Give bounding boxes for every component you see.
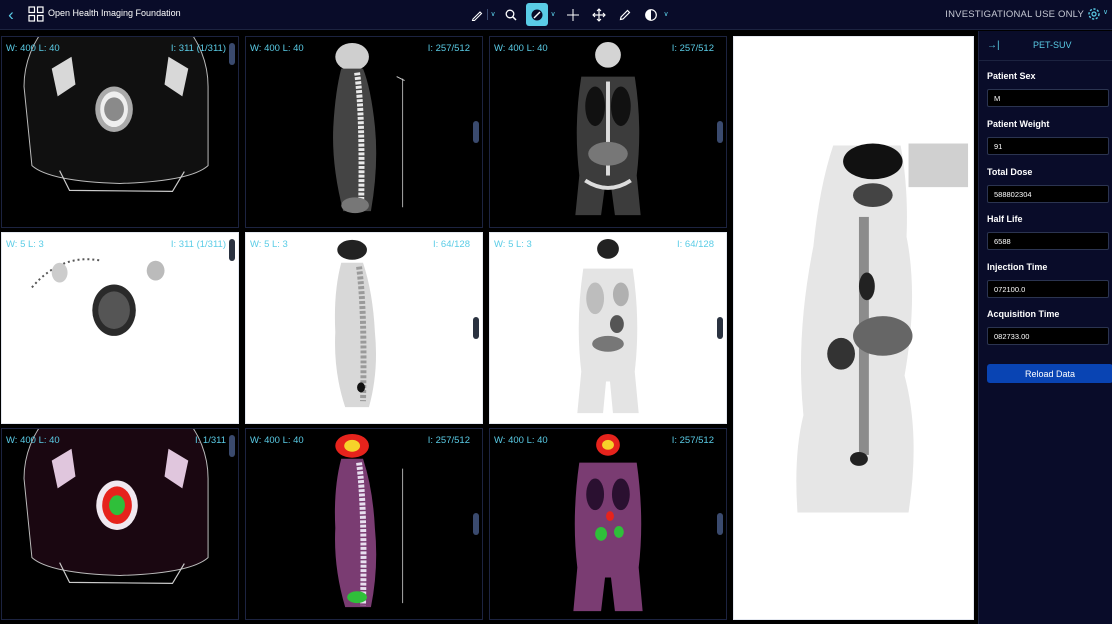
tool-separator xyxy=(487,9,488,20)
viewport-pet-mip[interactable] xyxy=(733,36,974,620)
tool-pan[interactable] xyxy=(588,3,610,26)
tool-zoom[interactable] xyxy=(500,3,522,26)
half-life-input[interactable] xyxy=(987,232,1109,250)
magnifier-icon xyxy=(505,9,517,21)
window-level-readout: W: 5 L: 3 xyxy=(6,239,44,250)
crosshair-icon xyxy=(567,8,579,21)
window-level-readout: W: 400 L: 40 xyxy=(250,435,304,446)
window-level-dropdown-caret[interactable]: ∨ xyxy=(549,9,557,20)
ct-sagittal-image xyxy=(333,42,405,214)
pet-suv-panel: →| PET-SUV Patient Sex Patient Weight To… xyxy=(978,31,1112,624)
slice-index-readout: I: 1/311 xyxy=(195,435,226,446)
tool-colormap[interactable] xyxy=(640,3,662,26)
window-level-readout: W: 400 L: 40 xyxy=(250,43,304,54)
slice-index-readout: I: 257/512 xyxy=(427,43,470,54)
colormap-dropdown-caret[interactable]: ∨ xyxy=(662,9,670,20)
pet-axial-image xyxy=(31,258,165,336)
pencil-icon xyxy=(471,10,483,21)
viewport-pet-sagittal[interactable]: W: 5 L: 3 I: 64/128 xyxy=(245,232,483,424)
field-label: Patient Weight xyxy=(987,119,1050,129)
collapse-panel-icon[interactable]: →| xyxy=(987,39,1003,53)
tool-annotate[interactable] xyxy=(614,3,636,26)
reload-data-button[interactable]: Reload Data xyxy=(987,364,1112,383)
viewport-ct-axial[interactable]: W: 400 L: 40 I: 311 (1/311) xyxy=(1,36,239,228)
window-level-readout: W: 400 L: 40 xyxy=(494,435,548,446)
viewport-scrollbar[interactable] xyxy=(229,435,235,457)
viewport-ct-coronal[interactable]: W: 400 L: 40 I: 257/512 xyxy=(489,36,727,228)
viewport-scrollbar[interactable] xyxy=(229,43,235,65)
fusion-sagittal-image xyxy=(334,433,404,608)
acquisition-time-input[interactable] xyxy=(987,327,1109,345)
slice-index-readout: I: 64/128 xyxy=(433,239,470,250)
gear-icon[interactable] xyxy=(1086,6,1102,22)
viewport-fusion-coronal[interactable]: W: 400 L: 40 I: 257/512 xyxy=(489,428,727,620)
window-level-readout: W: 400 L: 40 xyxy=(494,43,548,54)
contrast-icon xyxy=(531,9,543,20)
slice-index-readout: I: 257/512 xyxy=(671,43,714,54)
slice-index-readout: I: 257/512 xyxy=(427,435,470,446)
pet-coronal-image xyxy=(577,238,639,414)
pet-sagittal-image xyxy=(334,239,377,408)
ct-axial-image xyxy=(23,37,209,192)
window-level-readout: W: 5 L: 3 xyxy=(250,239,288,250)
field-label: Patient Sex xyxy=(987,71,1036,81)
viewport-scrollbar[interactable] xyxy=(717,317,723,339)
top-bar: ‹ Open Health Imaging Foundation ∨ ∨ ∨ I… xyxy=(0,0,1112,30)
slice-index-readout: I: 311 (1/311) xyxy=(170,43,226,54)
back-chevron-icon[interactable]: ‹ xyxy=(3,5,19,25)
slice-index-readout: I: 257/512 xyxy=(671,435,714,446)
field-label: Total Dose xyxy=(987,167,1033,177)
viewport-scrollbar[interactable] xyxy=(473,121,479,143)
app-title: Open Health Imaging Foundation xyxy=(48,8,181,18)
panel-header: →| PET-SUV xyxy=(979,31,1112,61)
logo-grid-icon xyxy=(28,6,44,22)
viewport-scrollbar[interactable] xyxy=(717,121,723,143)
pet-mip-image xyxy=(796,143,969,513)
slice-index-readout: I: 64/128 xyxy=(677,239,714,250)
window-level-readout: W: 5 L: 3 xyxy=(494,239,532,250)
viewport-scrollbar[interactable] xyxy=(717,513,723,535)
tool-window-level[interactable] xyxy=(526,3,548,26)
settings-dropdown-caret[interactable]: ∨ xyxy=(1103,8,1112,19)
ct-coronal-image xyxy=(575,41,641,216)
field-label: Injection Time xyxy=(987,262,1048,272)
injection-time-input[interactable] xyxy=(987,280,1109,298)
panel-title: PET-SUV xyxy=(1033,40,1072,50)
field-label: Half Life xyxy=(987,214,1023,224)
viewport-ct-sagittal[interactable]: W: 400 L: 40 I: 257/512 xyxy=(245,36,483,228)
investigational-notice: INVESTIGATIONAL USE ONLY xyxy=(945,9,1084,20)
measure-dropdown-caret[interactable]: ∨ xyxy=(489,9,497,20)
field-label: Acquisition Time xyxy=(987,309,1060,319)
window-level-readout: W: 400 L: 40 xyxy=(6,435,60,446)
tool-measure-pencil[interactable] xyxy=(466,3,488,26)
viewport-scrollbar[interactable] xyxy=(473,317,479,339)
window-level-readout: W: 400 L: 40 xyxy=(6,43,60,54)
patient-sex-input[interactable] xyxy=(987,89,1109,107)
patient-weight-input[interactable] xyxy=(987,137,1109,155)
pen-icon xyxy=(619,9,631,20)
viewport-fusion-sagittal[interactable]: W: 400 L: 40 I: 257/512 xyxy=(245,428,483,620)
viewport-scrollbar[interactable] xyxy=(473,513,479,535)
toolbar: ∨ ∨ ∨ xyxy=(466,3,676,26)
viewport-fusion-axial[interactable]: W: 400 L: 40 I: 1/311 xyxy=(1,428,239,620)
fusion-axial-image xyxy=(23,429,209,584)
half-circle-icon xyxy=(645,8,657,21)
tool-crosshairs[interactable] xyxy=(562,3,584,26)
fusion-coronal-image xyxy=(573,433,643,612)
move-icon xyxy=(592,7,606,22)
slice-index-readout: I: 311 (1/311) xyxy=(170,239,226,250)
total-dose-input[interactable] xyxy=(987,185,1109,203)
viewport-pet-axial[interactable]: W: 5 L: 3 I: 311 (1/311) xyxy=(1,232,239,424)
viewport-scrollbar[interactable] xyxy=(229,239,235,261)
viewport-pet-coronal[interactable]: W: 5 L: 3 I: 64/128 xyxy=(489,232,727,424)
